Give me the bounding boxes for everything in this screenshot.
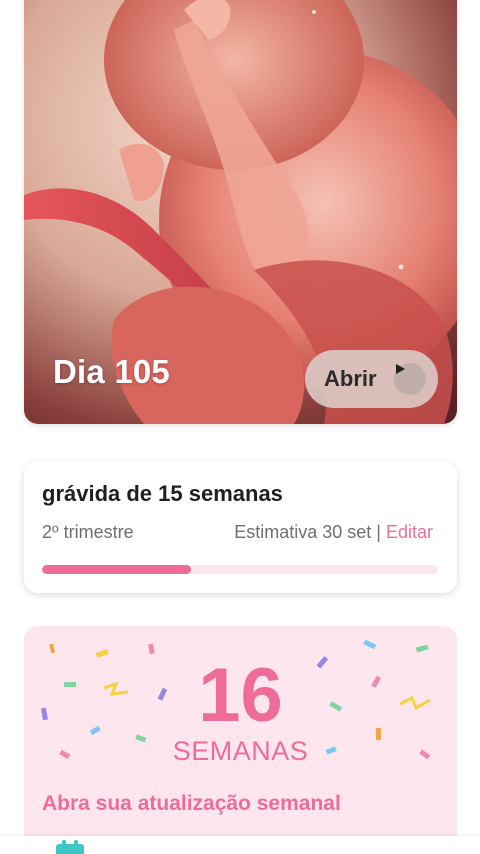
- open-button-label: Abrir: [324, 366, 377, 391]
- pregnancy-progress-fill: [42, 565, 191, 574]
- due-date-estimate: Estimativa 30 set |: [234, 522, 381, 542]
- open-button[interactable]: Abrir: [305, 350, 438, 408]
- hero-card[interactable]: Dia 105 Abrir: [24, 0, 457, 424]
- pregnancy-progress-bar: [42, 565, 438, 574]
- bottom-navigation: [0, 836, 480, 854]
- due-date-row: Estimativa 30 set | Editar: [234, 522, 433, 543]
- weeks-pregnant-title: grávida de 15 semanas: [42, 481, 283, 506]
- day-counter: Dia 105: [53, 353, 170, 390]
- edit-due-date-link[interactable]: Editar: [386, 522, 433, 542]
- home-screen: Dia 105 Abrir grávida de 15 semanas 2º t…: [0, 0, 480, 854]
- calendar-icon[interactable]: [56, 840, 84, 854]
- week-number: 16: [198, 653, 283, 738]
- pregnancy-info-card: grávida de 15 semanas 2º trimestre Estim…: [24, 461, 457, 593]
- play-icon: [394, 363, 426, 395]
- weekly-update-card[interactable]: 16 SEMANAS Abra sua atualização semanal: [24, 626, 457, 836]
- trimester-label: 2º trimestre: [42, 522, 134, 542]
- week-unit-label: SEMANAS: [172, 736, 309, 766]
- open-weekly-update-link[interactable]: Abra sua atualização semanal: [42, 792, 341, 816]
